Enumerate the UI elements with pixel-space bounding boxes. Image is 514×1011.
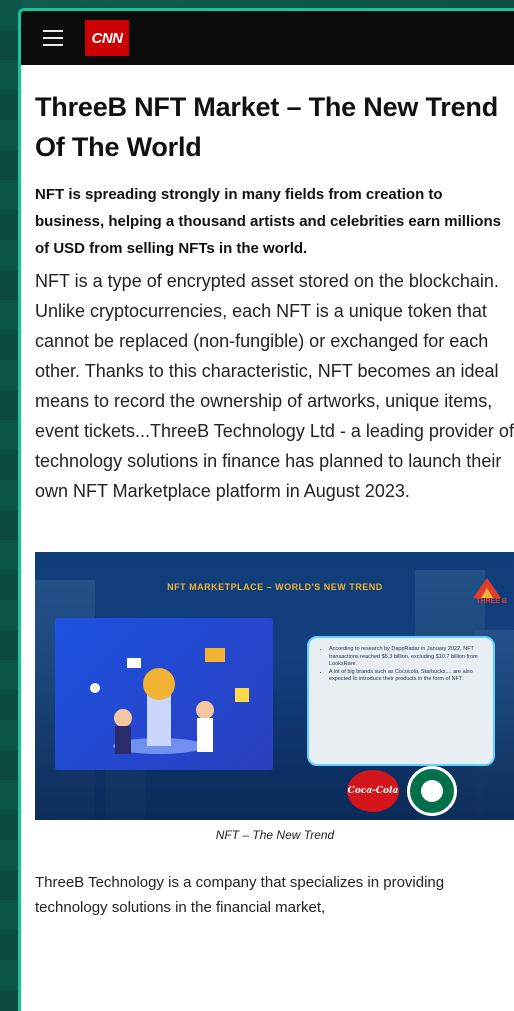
- figure-caption: NFT – The New Trend: [215, 828, 335, 842]
- nft-banner-image[interactable]: NFT MARKETPLACE – WORLD'S NEW TREND THRE…: [35, 552, 514, 820]
- hamburger-menu-icon[interactable]: [43, 30, 63, 46]
- article-figure: NFT MARKETPLACE – WORLD'S NEW TREND THRE…: [35, 552, 514, 842]
- cnn-logo[interactable]: CNN: [85, 20, 129, 56]
- article-title: ThreeB NFT Market – The New Trend Of The…: [35, 92, 498, 162]
- article-lead: NFT is spreading strongly in many fields…: [35, 186, 501, 257]
- top-navigation-bar: CNN: [21, 11, 514, 65]
- browser-viewport: CNN ThreeB NFT Market – The New Trend Of…: [18, 8, 514, 1011]
- infobox-bullet: According to research by DappRadar in Ja…: [329, 646, 483, 669]
- banner-title: NFT MARKETPLACE – WORLD'S NEW TREND: [167, 582, 383, 592]
- nft-platform-icon: [90, 648, 249, 754]
- article-paragraph: ThreeB Technology is a company that spec…: [35, 874, 445, 916]
- infobox-bullet: A lot of big brands such as Cococola, St…: [329, 669, 483, 684]
- coca-cola-logo: Coca-Cola: [347, 770, 399, 812]
- nft-illustration: [55, 618, 273, 770]
- article: ThreeB NFT Market – The New Trend Of The…: [21, 87, 514, 920]
- nft-stats-infobox: According to research by DappRadar in Ja…: [307, 636, 495, 766]
- article-paragraph: NFT is a type of encrypted asset stored …: [35, 271, 514, 501]
- banner-brand-text: THREE B: [476, 598, 507, 605]
- starbucks-logo-icon: [407, 766, 457, 816]
